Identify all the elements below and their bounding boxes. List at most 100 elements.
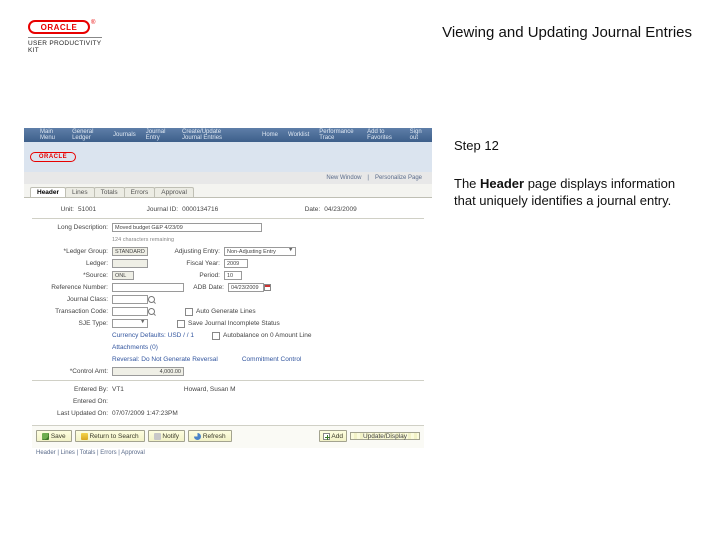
sjetype-label: SJE Type: bbox=[32, 320, 112, 327]
journal-id-label: Journal ID: bbox=[96, 206, 182, 213]
date-label: Date: bbox=[218, 206, 324, 213]
chevron-down-icon-2: ▸ bbox=[140, 320, 147, 327]
journal-id-value: 0000134716 bbox=[182, 206, 218, 213]
fiscal-year-input[interactable]: 2009 bbox=[224, 259, 248, 268]
entered-by-name: Howard, Susan M bbox=[184, 386, 236, 393]
adjusting-label: Adjusting Entry: bbox=[148, 248, 224, 255]
currency-defaults-link[interactable]: Currency Defaults: USD / / 1 bbox=[112, 332, 194, 339]
adjusting-select[interactable]: Non-Adjusting Entry bbox=[224, 247, 296, 256]
auto-generate-checkbox[interactable] bbox=[185, 308, 193, 316]
calendar-icon[interactable] bbox=[264, 284, 271, 291]
nav-journals[interactable]: Journals bbox=[113, 132, 136, 138]
nav-perf[interactable]: Performance Trace bbox=[319, 129, 357, 141]
source-label: *Source: bbox=[32, 272, 112, 279]
journal-class-label: Journal Class: bbox=[32, 296, 112, 303]
oracle-wordmark: ORACLE bbox=[28, 20, 90, 34]
nav-worklist[interactable]: Worklist bbox=[288, 132, 309, 138]
refresh-icon bbox=[194, 433, 201, 440]
notify-button[interactable]: Notify bbox=[148, 430, 185, 442]
registered-icon: ® bbox=[91, 20, 95, 26]
oracle-sub-logo: ORACLE bbox=[30, 152, 76, 162]
adb-date-label: ADB Date: bbox=[184, 284, 228, 291]
period-label: Period: bbox=[134, 272, 224, 279]
ledger-label: Ledger: bbox=[32, 260, 112, 267]
entered-by-label: Entered By: bbox=[32, 386, 112, 393]
tab-totals[interactable]: Totals bbox=[94, 187, 125, 197]
tab-approval[interactable]: Approval bbox=[154, 187, 194, 197]
autobalance-label: Autobalance on 0 Amount Line bbox=[223, 332, 312, 339]
util-strip: New Window | Personalize Page bbox=[24, 172, 432, 184]
step-label: Step 12 bbox=[454, 138, 694, 154]
unit-label: Unit: bbox=[32, 206, 78, 213]
screenshot-area: Main Menu General Ledger Journals Journa… bbox=[24, 128, 432, 388]
return-icon bbox=[81, 433, 88, 440]
refresh-button[interactable]: Refresh bbox=[188, 430, 232, 442]
ledger-input[interactable] bbox=[112, 259, 148, 268]
transaction-code-input[interactable] bbox=[112, 307, 148, 316]
commitment-link[interactable]: Commitment Control bbox=[242, 356, 302, 363]
instruction-bold: Header bbox=[480, 176, 524, 191]
control-amt-label: *Control Amt: bbox=[32, 368, 112, 375]
tab-lines[interactable]: Lines bbox=[65, 187, 95, 197]
instruction-panel: Step 12 The Header page displays informa… bbox=[454, 138, 694, 209]
entered-by-value: VT1 bbox=[112, 386, 124, 393]
nav-general-ledger[interactable]: General Ledger bbox=[72, 129, 103, 141]
source-input[interactable]: ONL bbox=[112, 271, 134, 280]
save-icon bbox=[42, 433, 49, 440]
action-bar: Save Return to Search Notify Refresh Add… bbox=[32, 425, 424, 448]
ref-input[interactable] bbox=[112, 283, 184, 292]
autobalance-checkbox[interactable] bbox=[212, 332, 220, 340]
date-value: 04/23/2009 bbox=[324, 206, 357, 213]
page-title: Viewing and Updating Journal Entries bbox=[442, 24, 692, 41]
nav-main-menu[interactable]: Main Menu bbox=[40, 129, 62, 141]
new-window-link[interactable]: New Window bbox=[326, 175, 361, 181]
reversal-link[interactable]: Reversal: Do Not Generate Reversal bbox=[112, 356, 218, 363]
return-button[interactable]: Return to Search bbox=[75, 430, 145, 442]
control-amt-input[interactable]: 4,000.00 bbox=[112, 367, 184, 376]
tab-errors[interactable]: Errors bbox=[124, 187, 156, 197]
sub-header: ORACLE bbox=[24, 142, 432, 172]
notify-icon bbox=[154, 433, 161, 440]
chevron-down-icon: ▸ bbox=[288, 248, 295, 255]
attachments-link[interactable]: Attachments (0) bbox=[112, 344, 158, 351]
ref-label: Reference Number: bbox=[32, 284, 112, 291]
last-updated-value: 07/07/2009 1:47:23PM bbox=[112, 410, 178, 417]
long-desc-label: Long Description: bbox=[32, 224, 112, 231]
personalize-link[interactable]: Personalize Page bbox=[375, 175, 422, 181]
upk-label: USER PRODUCTIVITY KIT bbox=[28, 40, 102, 54]
auto-generate-label: Auto Generate Lines bbox=[196, 308, 256, 315]
nav-create-update[interactable]: Create/Update Journal Entries bbox=[182, 129, 242, 141]
global-nav: Main Menu General Ledger Journals Journa… bbox=[24, 128, 432, 142]
period-input[interactable]: 10 bbox=[224, 271, 242, 280]
tab-row: Header Lines Totals Errors Approval bbox=[24, 184, 432, 198]
fiscal-year-label: Fiscal Year: bbox=[148, 260, 224, 267]
save-incomplete-label: Save Journal Incomplete Status bbox=[188, 320, 280, 327]
nav-fav[interactable]: Add to Favorites bbox=[367, 129, 399, 141]
long-desc-input[interactable]: Moved budget G&P 4/23/09 bbox=[112, 223, 262, 232]
nav-home[interactable]: Home bbox=[262, 132, 278, 138]
logo-divider bbox=[28, 37, 102, 38]
unit-value: 51001 bbox=[78, 206, 96, 213]
save-incomplete-checkbox[interactable] bbox=[177, 320, 185, 328]
instruction-prefix: The bbox=[454, 176, 480, 191]
search-icon[interactable] bbox=[148, 296, 155, 303]
transaction-code-label: Transaction Code: bbox=[32, 308, 112, 315]
nav-signout[interactable]: Sign out bbox=[410, 129, 426, 141]
footer-tab-links[interactable]: Header | Lines | Totals | Errors | Appro… bbox=[32, 448, 424, 458]
adb-date-input[interactable]: 04/23/2009 bbox=[228, 283, 264, 292]
save-button[interactable]: Save bbox=[36, 430, 72, 442]
form-body: Unit: 51001 Journal ID: 0000134716 Date:… bbox=[24, 198, 432, 458]
nav-journal-entry[interactable]: Journal Entry bbox=[146, 129, 172, 141]
entered-on-label: Entered On: bbox=[32, 398, 112, 405]
search-icon-2[interactable] bbox=[148, 308, 155, 315]
tab-header[interactable]: Header bbox=[30, 187, 66, 197]
chars-remaining: 124 characters remaining bbox=[112, 237, 174, 243]
update-display-button[interactable]: Update/Display bbox=[350, 432, 420, 440]
ledger-group-label: *Ledger Group: bbox=[32, 248, 112, 255]
last-updated-label: Last Updated On: bbox=[32, 410, 112, 417]
instruction-body: The Header page displays information tha… bbox=[454, 176, 694, 209]
plus-icon bbox=[323, 433, 330, 440]
journal-class-input[interactable] bbox=[112, 295, 148, 304]
add-button[interactable]: Add bbox=[319, 430, 347, 442]
ledger-group-input[interactable]: STANDARD bbox=[112, 247, 148, 256]
